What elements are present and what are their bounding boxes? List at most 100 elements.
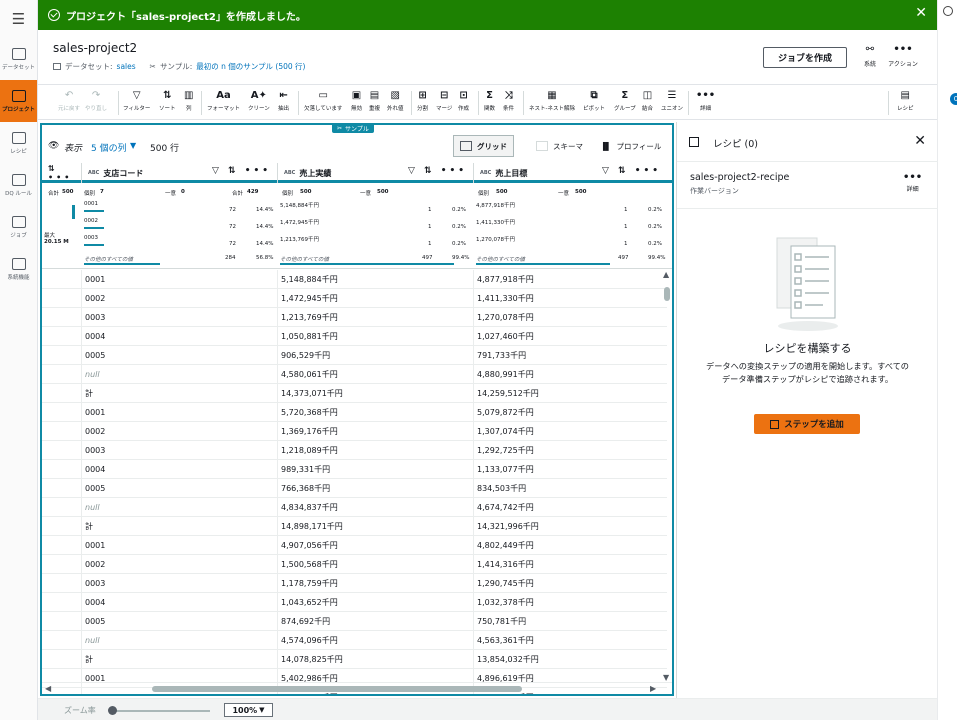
table-cell[interactable]: 1,414,316千円 [474, 555, 667, 574]
table-cell[interactable]: 766,368千円 [278, 479, 474, 498]
table-cell[interactable]: 4,563,361千円 [474, 631, 667, 650]
table-cell[interactable]: 13,854,032千円 [474, 650, 667, 669]
horizontal-scrollbar[interactable]: ◀ ▶ [42, 682, 672, 694]
table-cell[interactable]: 1,133,077千円 [474, 460, 667, 479]
table-cell[interactable]: 0003 [82, 574, 278, 593]
table-cell[interactable]: 750,781千円 [474, 612, 667, 631]
table-cell[interactable]: 5,079,872千円 [474, 403, 667, 422]
tab-schema[interactable]: スキーマ [530, 135, 589, 157]
row-index-cell[interactable] [42, 593, 82, 612]
row-index-cell[interactable] [42, 536, 82, 555]
row-index-cell[interactable] [42, 498, 82, 517]
table-cell[interactable]: 4,834,837千円 [278, 498, 474, 517]
table-cell[interactable]: 4,802,449千円 [474, 536, 667, 555]
row-index-cell[interactable] [42, 441, 82, 460]
close-icon[interactable]: ✕ [914, 133, 926, 149]
table-cell[interactable]: 0004 [82, 460, 278, 479]
actions-button[interactable]: ••• アクション [888, 44, 918, 68]
split-button[interactable]: ⊞ 分割 [417, 88, 428, 112]
column-header-target[interactable]: ABC 売上目標 ▽ ⇅ ••• [474, 163, 667, 183]
join-button[interactable]: ◫ 結合 [642, 88, 653, 112]
group-button[interactable]: Σ グループ [614, 88, 636, 112]
table-cell[interactable]: 1,032,378千円 [474, 593, 667, 612]
tab-profile[interactable]: ▐▌ プロフィール [594, 135, 667, 157]
row-index-cell[interactable] [42, 270, 82, 289]
nav-lineage[interactable]: 系統機能 [0, 248, 37, 290]
redo-button[interactable]: ↷ やり直し [85, 88, 107, 112]
row-index-cell[interactable] [42, 612, 82, 631]
table-cell[interactable]: 0003 [82, 441, 278, 460]
row-index-cell[interactable] [42, 574, 82, 593]
table-cell[interactable]: 906,529千円 [278, 346, 474, 365]
functions-button[interactable]: Σ 関数 [484, 88, 495, 112]
table-cell[interactable]: 834,503千円 [474, 479, 667, 498]
format-button[interactable]: Aa フォーマット [207, 88, 240, 112]
scroll-right-icon[interactable]: ▶ [650, 684, 656, 693]
column-button[interactable]: ▥ 列 [184, 88, 193, 112]
zoom-slider-track[interactable] [110, 710, 210, 712]
table-cell[interactable]: 14,373,071千円 [278, 384, 474, 403]
row-index-cell[interactable] [42, 422, 82, 441]
missing-button[interactable]: ▭ 欠落しています [304, 88, 342, 112]
row-index-cell[interactable] [42, 517, 82, 536]
table-cell[interactable]: 1,292,725千円 [474, 441, 667, 460]
table-cell[interactable]: 1,213,769千円 [278, 308, 474, 327]
merge-button[interactable]: ⊟ マージ [436, 88, 452, 112]
nav-datasets[interactable]: データセット [0, 38, 37, 80]
nest-button[interactable]: ▦ ネスト-ネスト解除 [529, 88, 575, 112]
row-index-cell[interactable] [42, 460, 82, 479]
table-cell[interactable]: 0004 [82, 593, 278, 612]
zoom-select[interactable]: 100% ▼ [224, 703, 273, 717]
scroll-thumb[interactable] [664, 287, 670, 301]
table-cell[interactable]: 989,331千円 [278, 460, 474, 479]
table-cell[interactable]: 0003 [82, 308, 278, 327]
pivot-button[interactable]: ⧉ ピボット [583, 88, 605, 112]
tab-grid[interactable]: グリッド [453, 135, 514, 157]
scroll-down-icon[interactable]: ▼ [663, 673, 669, 682]
union-button[interactable]: ☰ ユニオン [661, 88, 683, 112]
menu-icon[interactable]: ☰ [0, 0, 37, 38]
table-cell[interactable]: 1,218,089千円 [278, 441, 474, 460]
nav-projects[interactable]: プロジェクト [0, 80, 37, 122]
table-cell[interactable]: 4,907,056千円 [278, 536, 474, 555]
gear-icon[interactable] [943, 6, 953, 16]
duplicate-button[interactable]: ▤ 重複 [369, 88, 380, 112]
table-cell[interactable]: 0001 [82, 403, 278, 422]
lineage-button[interactable]: ⚯ 系統 [855, 44, 885, 68]
table-cell[interactable]: null [82, 365, 278, 384]
column-tools[interactable]: ▽ ⇅ ••• [602, 166, 661, 176]
column-tools[interactable]: ▽ ⇅ ••• [408, 166, 467, 176]
table-cell[interactable]: 14,078,825千円 [278, 650, 474, 669]
table-cell[interactable]: 874,692千円 [278, 612, 474, 631]
table-cell[interactable]: 0002 [82, 422, 278, 441]
table-cell[interactable]: 14,898,171千円 [278, 517, 474, 536]
nav-jobs[interactable]: ジョブ [0, 206, 37, 248]
row-index-cell[interactable] [42, 555, 82, 574]
row-index-cell[interactable] [42, 365, 82, 384]
table-cell[interactable]: 0005 [82, 479, 278, 498]
table-cell[interactable]: 4,674,742千円 [474, 498, 667, 517]
table-cell[interactable]: 1,500,568千円 [278, 555, 474, 574]
column-tools[interactable]: ▽ ⇅ ••• [212, 166, 271, 176]
table-cell[interactable]: 1,027,460千円 [474, 327, 667, 346]
table-cell[interactable]: 5,148,884千円 [278, 270, 474, 289]
clean-button[interactable]: A✦ クリーン [248, 88, 270, 112]
table-cell[interactable]: 0005 [82, 346, 278, 365]
row-header-tools[interactable]: ⇅ ••• [42, 163, 82, 183]
row-index-cell[interactable] [42, 346, 82, 365]
table-cell[interactable]: 1,307,074千円 [474, 422, 667, 441]
table-cell[interactable]: 1,270,078千円 [474, 308, 667, 327]
table-cell[interactable]: null [82, 631, 278, 650]
table-cell[interactable]: 5,720,368千円 [278, 403, 474, 422]
table-cell[interactable]: 4,580,061千円 [278, 365, 474, 384]
create-button[interactable]: ⊡ 作成 [458, 88, 469, 112]
undo-button[interactable]: ↶ 元に戻す [58, 88, 80, 112]
table-cell[interactable]: 791,733千円 [474, 346, 667, 365]
extract-button[interactable]: ⇤ 抽出 [278, 88, 289, 112]
row-index-cell[interactable] [42, 327, 82, 346]
table-cell[interactable]: 1,411,330千円 [474, 289, 667, 308]
table-cell[interactable]: 4,880,991千円 [474, 365, 667, 384]
table-cell[interactable]: 14,259,512千円 [474, 384, 667, 403]
nav-recipes[interactable]: レシピ [0, 122, 37, 164]
details-button[interactable]: ••• 詳細 [696, 88, 715, 112]
